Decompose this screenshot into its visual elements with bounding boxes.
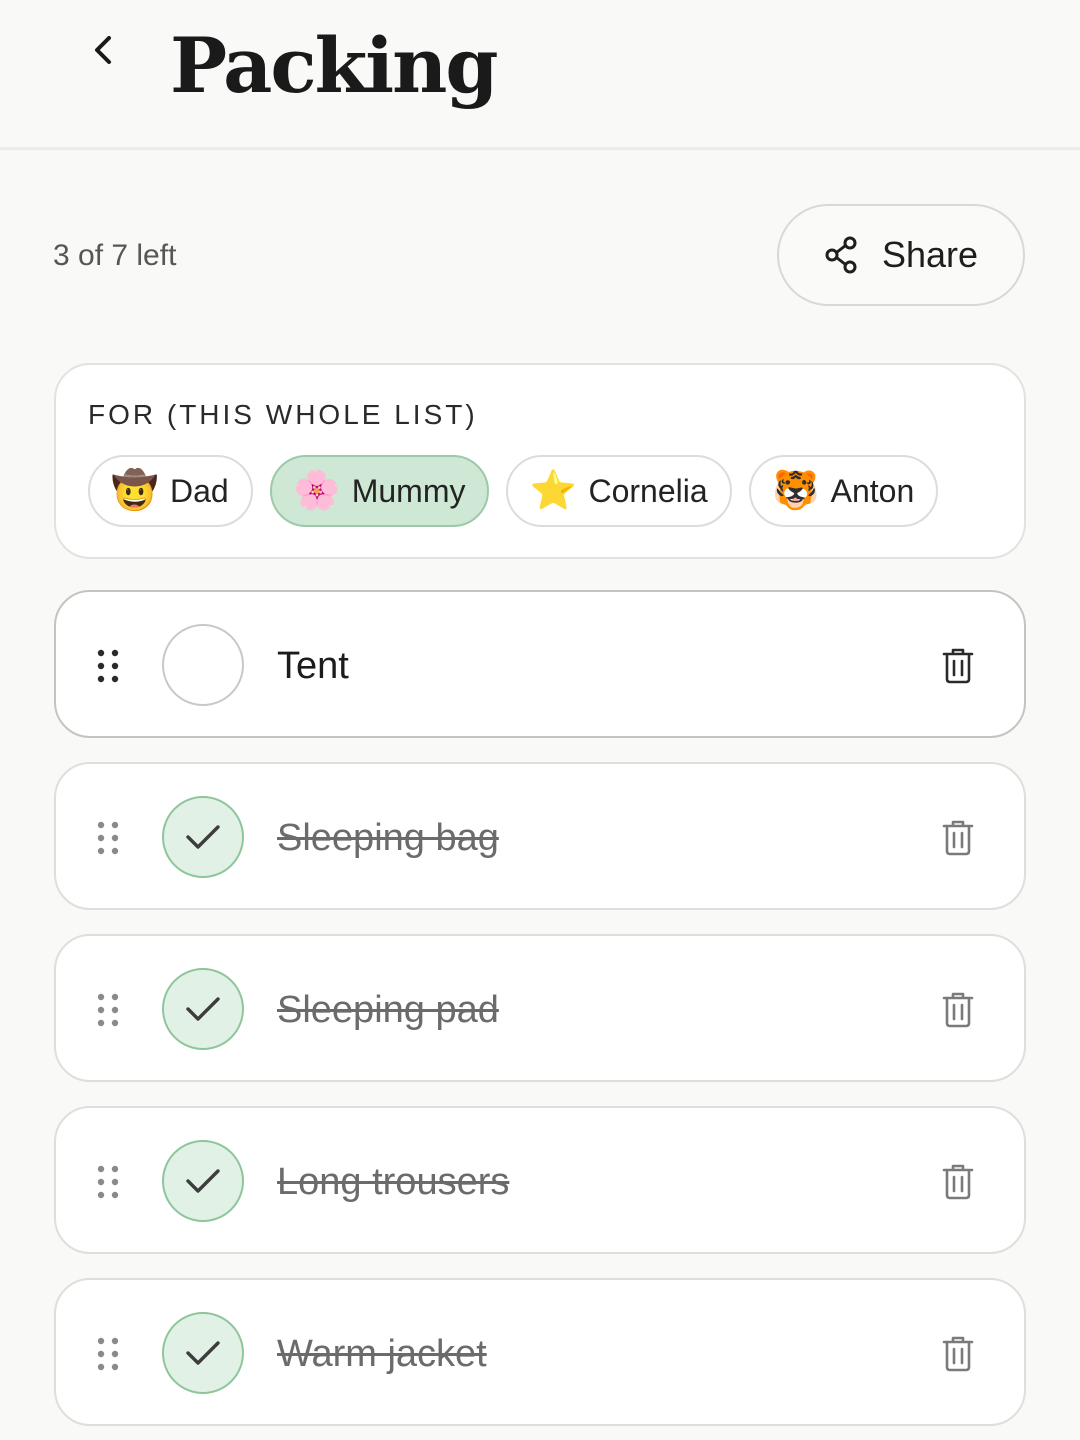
item-checkbox-checked[interactable] xyxy=(162,1312,244,1394)
assignees-card: FOR (THIS WHOLE LIST) 🤠 Dad 🌸 Mummy ⭐ Co… xyxy=(54,363,1026,559)
assignee-name: Cornelia xyxy=(588,472,708,509)
assignee-name: Dad xyxy=(170,472,229,509)
delete-button[interactable] xyxy=(936,644,980,688)
assignee-name: Mummy xyxy=(351,472,466,509)
share-label: Share xyxy=(881,234,979,275)
delete-button[interactable] xyxy=(936,1332,980,1376)
item-checkbox-checked[interactable] xyxy=(162,968,244,1050)
item-label[interactable]: Tent xyxy=(277,642,349,690)
assignee-name: Anton xyxy=(830,472,915,509)
drag-handle-icon[interactable] xyxy=(96,648,120,684)
delete-button[interactable] xyxy=(936,816,980,860)
back-button[interactable] xyxy=(74,22,130,78)
assignees-heading: FOR (THIS WHOLE LIST) xyxy=(88,399,478,430)
drag-handle-icon[interactable] xyxy=(96,1164,120,1200)
list-item: Tent xyxy=(54,590,1026,738)
list-item: Long trousers xyxy=(54,1106,1026,1254)
assignee-chip-dad[interactable]: 🤠 Dad xyxy=(88,455,253,527)
item-checkbox[interactable] xyxy=(162,624,244,706)
drag-handle-icon[interactable] xyxy=(96,1336,120,1372)
star-icon: ⭐ xyxy=(529,470,578,512)
trash-icon xyxy=(942,1164,974,1200)
list-item: Sleeping bag xyxy=(54,762,1026,910)
trash-icon xyxy=(942,648,974,684)
list-item: Sleeping pad xyxy=(54,934,1026,1082)
tiger-face-icon: 🐯 xyxy=(771,470,820,512)
drag-handle-icon[interactable] xyxy=(96,820,120,856)
item-checkbox-checked[interactable] xyxy=(162,1140,244,1222)
item-checkbox-checked[interactable] xyxy=(162,796,244,878)
assignee-chip-anton[interactable]: 🐯 Anton xyxy=(748,455,939,527)
cherry-blossom-icon: 🌸 xyxy=(293,470,341,512)
chevron-left-icon xyxy=(95,36,111,64)
share-icon xyxy=(825,236,857,274)
checkmark-icon xyxy=(186,1341,220,1365)
item-label[interactable]: Warm jacket xyxy=(277,1330,487,1378)
page-title: Packing xyxy=(170,21,499,110)
checkmark-icon xyxy=(186,997,220,1021)
cowboy-face-icon: 🤠 xyxy=(111,470,159,512)
list-item: Warm jacket xyxy=(54,1278,1026,1426)
delete-button[interactable] xyxy=(936,1160,980,1204)
app-header: Packing xyxy=(0,0,1080,150)
checkmark-icon xyxy=(186,825,220,849)
delete-button[interactable] xyxy=(936,988,980,1032)
assignee-chip-mummy[interactable]: 🌸 Mummy xyxy=(269,455,490,527)
assignee-chip-cornelia[interactable]: ⭐ Cornelia xyxy=(506,455,732,527)
items-left-count: 3 of 7 left xyxy=(53,239,177,272)
trash-icon xyxy=(942,1336,974,1372)
trash-icon xyxy=(942,820,974,856)
share-button[interactable]: Share xyxy=(777,204,1025,306)
item-label[interactable]: Long trousers xyxy=(277,1158,509,1206)
trash-icon xyxy=(942,992,974,1028)
item-label[interactable]: Sleeping pad xyxy=(277,986,499,1034)
drag-handle-icon[interactable] xyxy=(96,992,120,1028)
item-label[interactable]: Sleeping bag xyxy=(277,814,499,862)
checkmark-icon xyxy=(186,1169,220,1193)
assignee-chips: 🤠 Dad 🌸 Mummy ⭐ Cornelia 🐯 Anton xyxy=(88,455,939,527)
